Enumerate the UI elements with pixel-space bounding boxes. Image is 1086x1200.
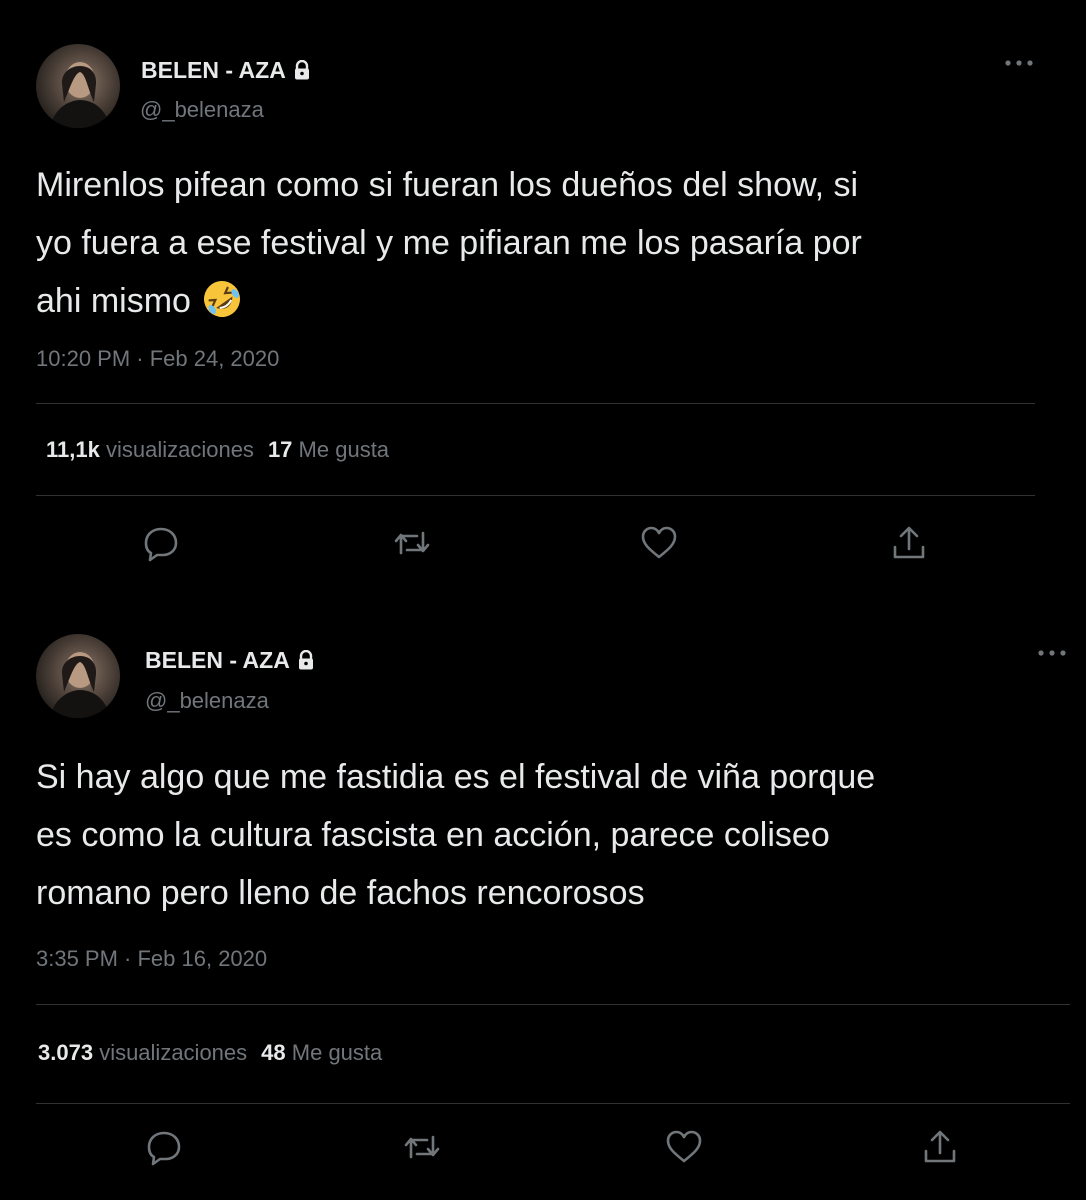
reply-icon[interactable]	[144, 1127, 184, 1167]
divider	[36, 1103, 1070, 1104]
tweet-text-line: Si hay algo que me fastidia es el festiv…	[36, 758, 876, 796]
likes-label[interactable]: Me gusta	[299, 437, 390, 462]
share-icon[interactable]	[889, 523, 929, 563]
tweet-text: Si hay algo que me fastidia es el festiv…	[36, 748, 875, 922]
tweet-text-line: es como la cultura fascista en acción, p…	[36, 816, 830, 854]
tweet-stats: 3.073 visualizaciones 48 Me gusta	[38, 1040, 382, 1066]
rolling-on-floor-laughing-icon	[201, 278, 243, 338]
tweet-text: Mirenlos pifean como si fueran los dueño…	[36, 156, 862, 338]
views-count: 3.073	[38, 1040, 94, 1065]
divider	[36, 1004, 1070, 1005]
more-options-icon[interactable]	[1035, 646, 1069, 658]
divider	[36, 495, 1035, 496]
divider	[36, 403, 1035, 404]
likes-count: 48	[261, 1040, 286, 1065]
tweet: BELEN - AZA @_belenaza Si hay algo que m…	[0, 600, 1086, 1200]
views-count: 11,1k	[46, 437, 100, 462]
views-label[interactable]: visualizaciones	[99, 1040, 247, 1065]
tweet-text-line: Mirenlos pifean como si fueran los dueño…	[36, 166, 859, 204]
lock-icon	[294, 59, 310, 86]
avatar[interactable]	[36, 634, 120, 718]
retweet-icon[interactable]	[392, 523, 432, 563]
timestamp[interactable]: 10:20 PM · Feb 24, 2020	[36, 346, 279, 372]
tweet-text-line: yo fuera a ese festival y me pifiaran me…	[36, 224, 862, 262]
tweet-stats: 11,1k visualizaciones 17 Me gusta	[46, 437, 389, 463]
display-name[interactable]: BELEN - AZA	[141, 57, 310, 86]
retweet-icon[interactable]	[402, 1127, 442, 1167]
tweet: BELEN - AZA @_belenaza Mirenlos pifean c…	[0, 0, 1086, 600]
likes-count: 17	[267, 437, 293, 462]
user-handle[interactable]: @_belenaza	[145, 688, 269, 714]
like-icon[interactable]	[639, 523, 679, 563]
tweet-text-line: romano pero lleno de fachos rencorosos	[36, 874, 645, 912]
share-icon[interactable]	[920, 1127, 960, 1167]
tweet-text-line: ahi mismo	[36, 272, 862, 338]
display-name[interactable]: BELEN - AZA	[145, 647, 314, 676]
user-handle[interactable]: @_belenaza	[140, 97, 264, 123]
more-options-icon[interactable]	[1002, 56, 1036, 68]
likes-label[interactable]: Me gusta	[292, 1040, 383, 1065]
timestamp[interactable]: 3:35 PM · Feb 16, 2020	[36, 946, 267, 972]
reply-icon[interactable]	[141, 523, 181, 563]
lock-icon	[298, 649, 314, 676]
like-icon[interactable]	[664, 1127, 704, 1167]
views-label[interactable]: visualizaciones	[106, 437, 254, 462]
avatar[interactable]	[36, 44, 120, 128]
